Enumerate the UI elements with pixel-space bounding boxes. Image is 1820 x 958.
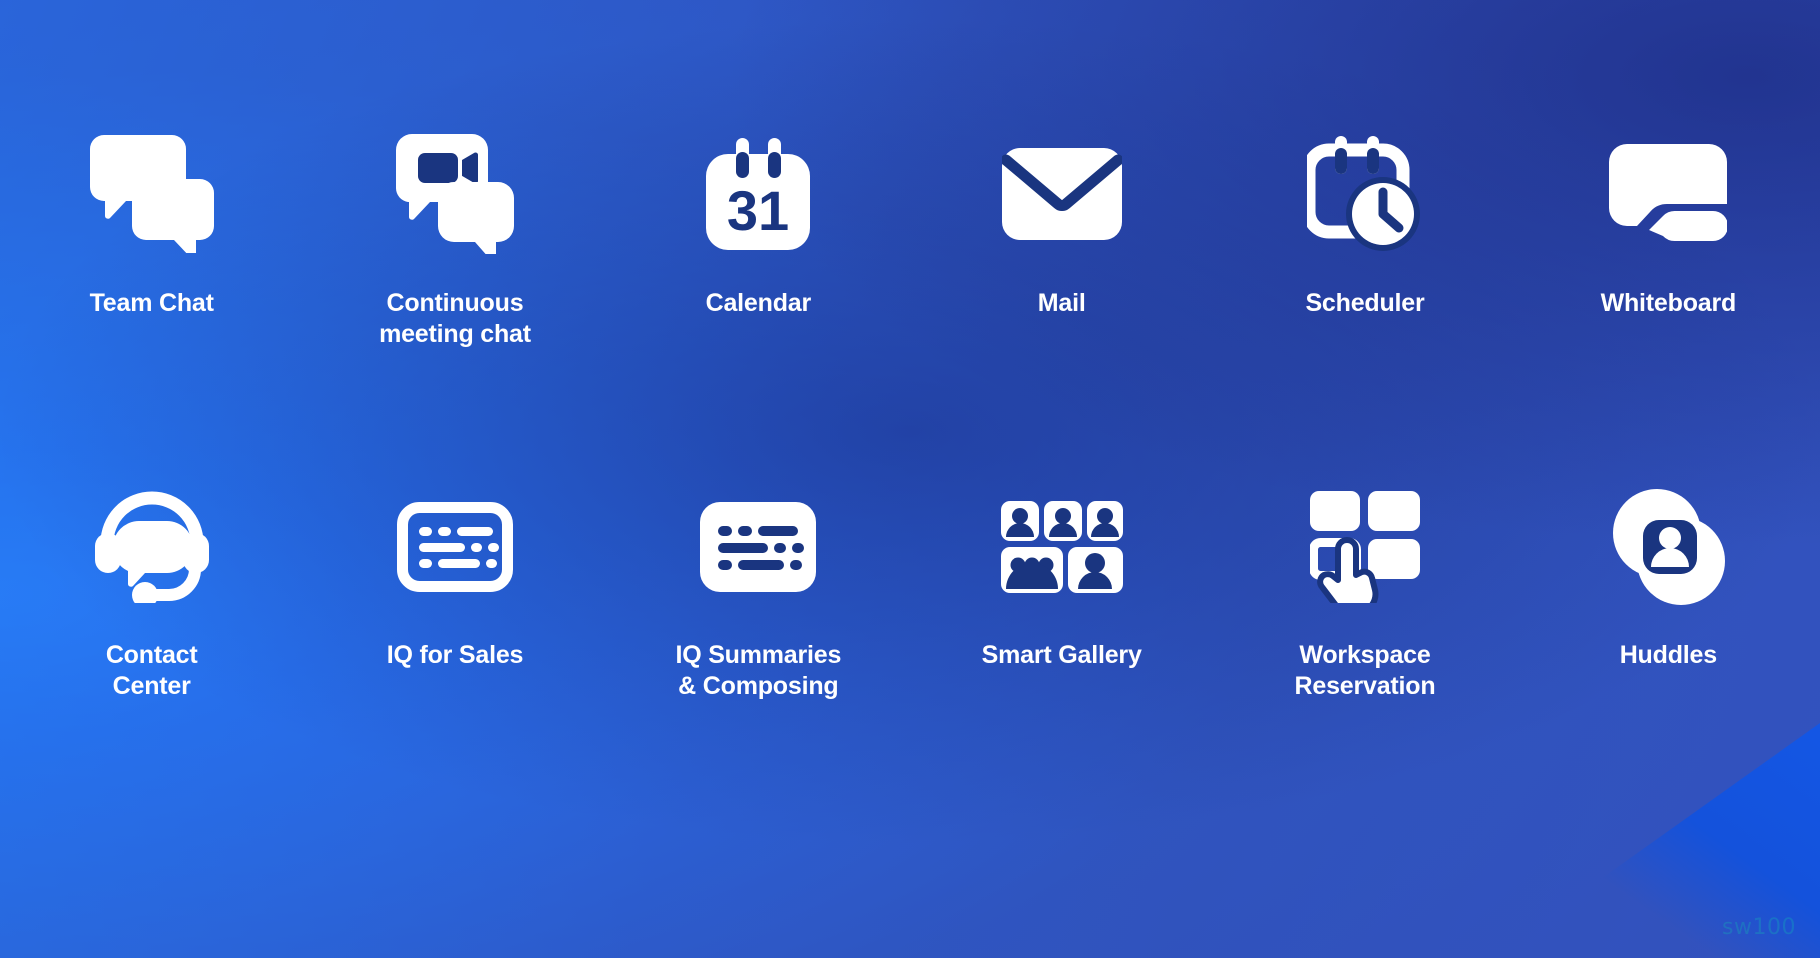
feature-tile-iq-for-sales[interactable]: IQ for Sales bbox=[303, 420, 606, 958]
calendar-day-number: 31 bbox=[727, 179, 789, 242]
feature-tile-whiteboard[interactable]: Whiteboard bbox=[1517, 120, 1820, 420]
feature-tile-smart-gallery[interactable]: Smart Gallery bbox=[910, 420, 1213, 958]
feature-tile-mail[interactable]: Mail bbox=[910, 120, 1213, 420]
feature-tile-team-chat[interactable]: Team Chat bbox=[0, 120, 303, 420]
feature-tile-workspace-reservation[interactable]: Workspace Reservation bbox=[1213, 420, 1516, 958]
feature-label: IQ Summaries & Composing bbox=[675, 641, 842, 701]
two-chat-bubbles-icon bbox=[89, 124, 214, 264]
participant-tiles-icon bbox=[1000, 482, 1123, 612]
feature-label: Continuous meeting chat bbox=[379, 289, 531, 349]
feature-tile-contact-center[interactable]: Contact Center bbox=[0, 420, 303, 958]
feature-grid: Team Chat Continuous meeting chat 31 Cal… bbox=[0, 0, 1820, 958]
feature-tile-continuous-meeting-chat[interactable]: Continuous meeting chat bbox=[303, 120, 606, 420]
feature-label: Huddles bbox=[1619, 641, 1717, 669]
feature-label: Scheduler bbox=[1305, 289, 1425, 317]
feature-label: Mail bbox=[1037, 289, 1086, 317]
calendar-clock-icon bbox=[1306, 124, 1423, 264]
feature-tile-iq-summaries-composing[interactable]: IQ Summaries & Composing bbox=[607, 420, 910, 958]
headset-chat-bubble-icon bbox=[94, 482, 209, 612]
feature-label: IQ for Sales bbox=[386, 641, 524, 669]
feature-tile-scheduler[interactable]: Scheduler bbox=[1213, 120, 1516, 420]
feature-label: Smart Gallery bbox=[981, 641, 1142, 669]
video-chat-bubbles-icon bbox=[395, 124, 514, 264]
desk-grid-hand-tap-icon bbox=[1309, 482, 1420, 612]
watermark-label: sw100 bbox=[1722, 915, 1796, 940]
feature-tile-calendar[interactable]: 31 Calendar bbox=[607, 120, 910, 420]
transcript-filled-icon bbox=[700, 482, 817, 612]
feature-label: Workspace Reservation bbox=[1294, 641, 1436, 701]
whiteboard-pen-icon bbox=[1609, 124, 1728, 264]
feature-tile-huddles[interactable]: Huddles bbox=[1517, 420, 1820, 958]
feature-label: Team Chat bbox=[89, 289, 214, 317]
feature-label: Calendar bbox=[705, 289, 812, 317]
feature-label: Contact Center bbox=[105, 641, 198, 701]
feature-label: Whiteboard bbox=[1600, 289, 1737, 317]
transcript-outline-icon bbox=[396, 482, 513, 612]
overlapping-circles-avatar-icon bbox=[1610, 482, 1726, 612]
top-spacer bbox=[0, 0, 1820, 120]
calendar-31-icon: 31 bbox=[702, 124, 814, 264]
envelope-icon bbox=[1001, 124, 1122, 264]
